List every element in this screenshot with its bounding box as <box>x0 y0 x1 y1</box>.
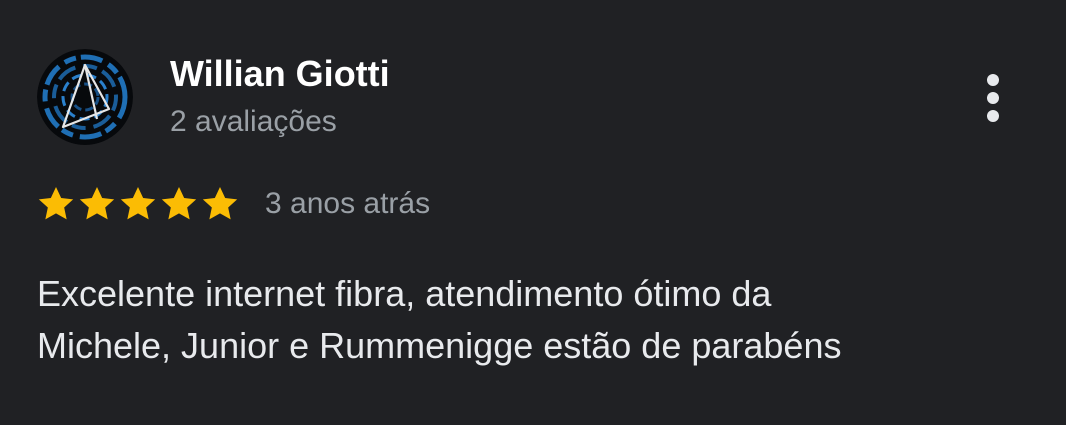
more-options-button[interactable] <box>972 68 1014 128</box>
review-card: Willian Giotti 2 avaliações 3 anos atrás… <box>0 0 1066 425</box>
review-count: 2 avaliações <box>170 105 337 138</box>
avatar-image <box>37 49 133 145</box>
avatar[interactable] <box>37 49 133 145</box>
review-text: Excelente internet fibra, atendimento ót… <box>37 273 842 366</box>
more-vert-icon <box>987 110 999 122</box>
star-icon <box>77 184 117 224</box>
star-rating <box>36 184 240 224</box>
star-icon <box>159 184 199 224</box>
star-icon <box>200 184 240 224</box>
author-name[interactable]: Willian Giotti <box>170 52 390 96</box>
star-icon <box>36 184 76 224</box>
review-time: 3 anos atrás <box>265 187 431 220</box>
more-vert-icon <box>987 74 999 86</box>
more-vert-icon <box>987 92 999 104</box>
star-icon <box>118 184 158 224</box>
